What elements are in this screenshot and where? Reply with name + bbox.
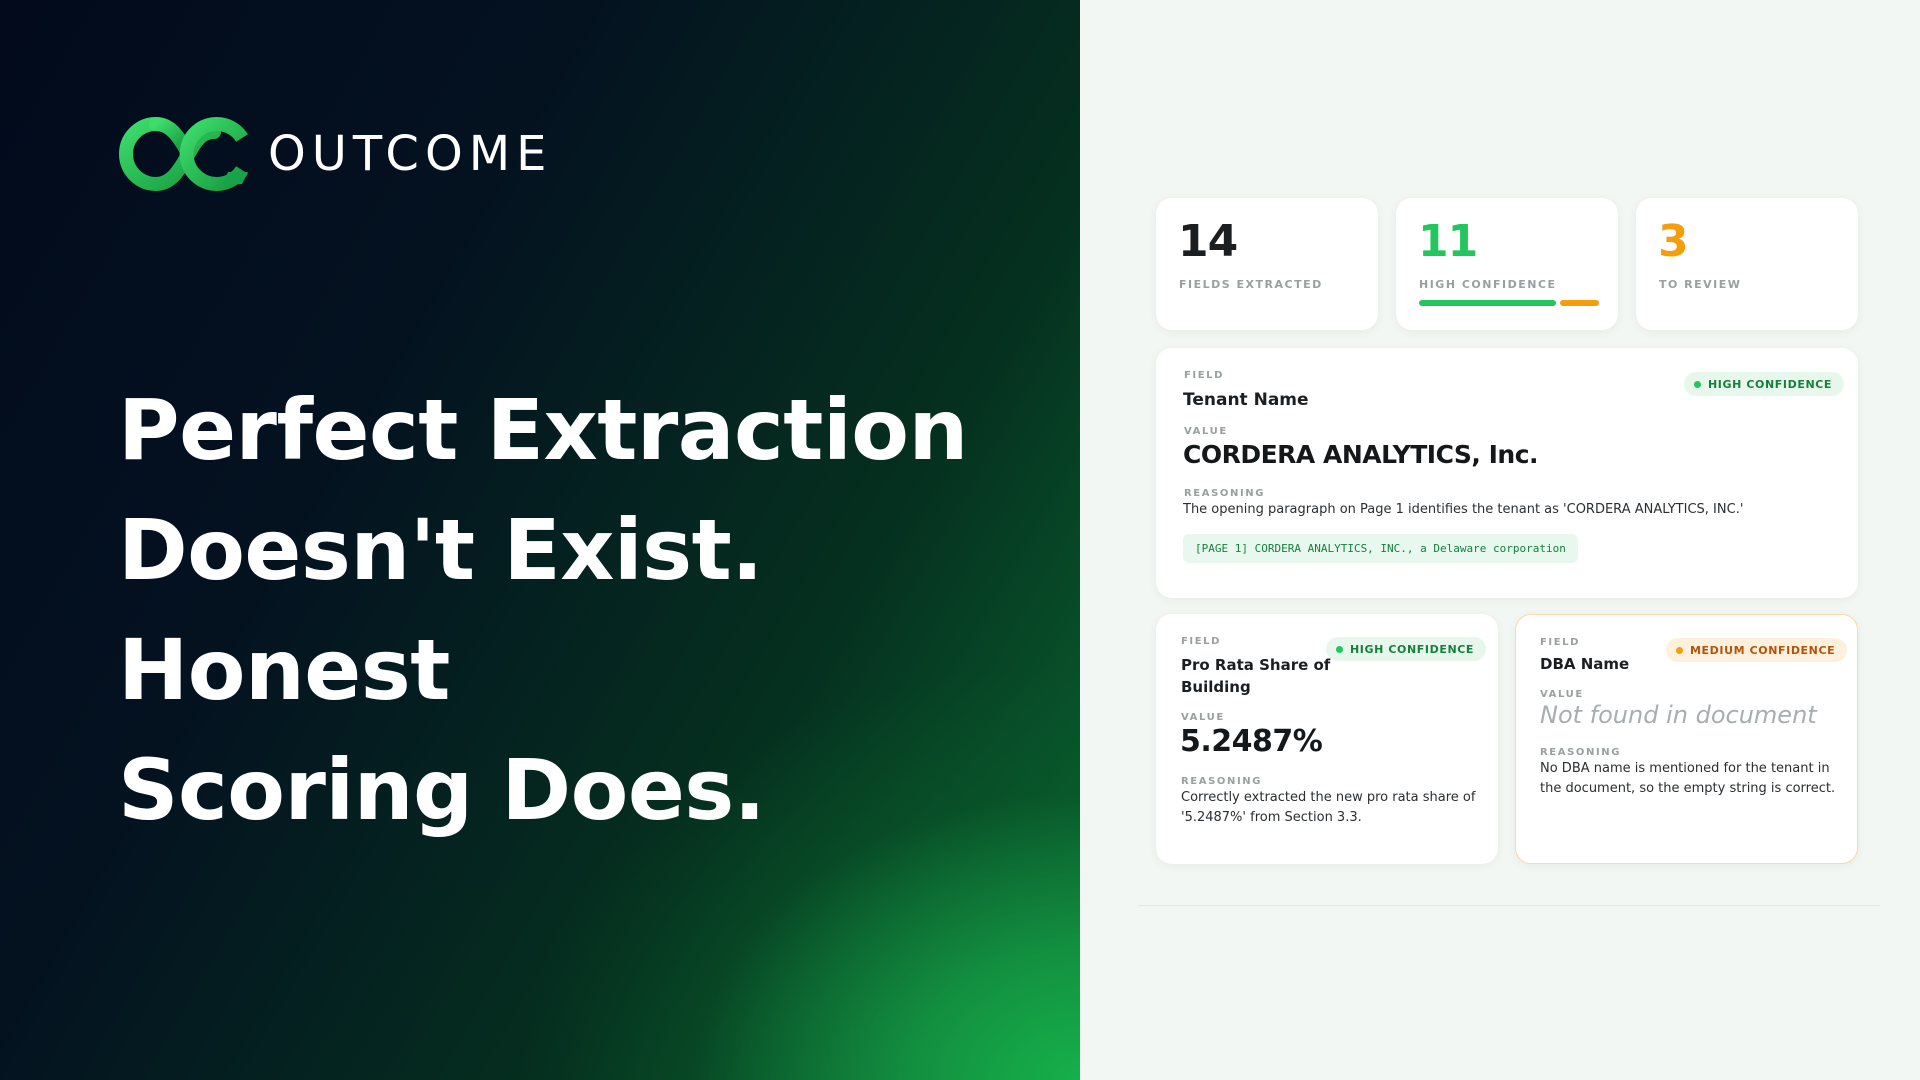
stat-card-high-confidence[interactable]: 11 HIGH CONFIDENCE — [1396, 198, 1618, 330]
stat-card-to-review[interactable]: 3 TO REVIEW — [1636, 198, 1858, 330]
field-name: Tenant Name — [1183, 390, 1309, 410]
stat-label: TO REVIEW — [1659, 278, 1742, 291]
source-citation[interactable]: [PAGE 1] CORDERA ANALYTICS, INC., a Dela… — [1183, 534, 1578, 563]
badge-text: HIGH CONFIDENCE — [1350, 642, 1475, 656]
field-label: FIELD — [1540, 637, 1581, 648]
reasoning-text: No DBA name is mentioned for the tenant … — [1540, 759, 1835, 799]
badge-text: HIGH CONFIDENCE — [1708, 377, 1833, 391]
field-value: CORDERA ANALYTICS, Inc. — [1183, 440, 1539, 469]
reasoning-text: The opening paragraph on Page 1 identifi… — [1183, 502, 1744, 517]
field-value: 5.2487% — [1180, 724, 1323, 759]
hero-headline: Perfect Extraction Doesn't Exist. Honest… — [118, 370, 1058, 850]
dot-icon — [1676, 646, 1683, 654]
value-label: VALUE — [1184, 426, 1228, 437]
value-label: VALUE — [1540, 689, 1584, 700]
stat-label: HIGH CONFIDENCE — [1419, 278, 1557, 291]
brand-wordmark: OUTCOME — [268, 126, 553, 182]
reasoning-line-1: Correctly extracted the new pro rata sha… — [1181, 790, 1476, 805]
confidence-badge: HIGH CONFIDENCE — [1684, 372, 1845, 396]
dot-icon — [1694, 380, 1701, 388]
outcome-logo-icon — [119, 117, 248, 192]
headline-line-1: Perfect Extraction — [118, 381, 968, 479]
confidence-bar-high — [1419, 300, 1556, 306]
field-card-dba-name[interactable]: FIELD DBA Name MEDIUM CONFIDENCE VALUE N… — [1515, 614, 1858, 864]
reasoning-text: Correctly extracted the new pro rata sha… — [1181, 788, 1475, 828]
badge-text: MEDIUM CONFIDENCE — [1690, 643, 1836, 657]
headline-line-2: Doesn't Exist. Honest — [118, 501, 763, 719]
field-card-tenant-name[interactable]: FIELD Tenant Name HIGH CONFIDENCE VALUE … — [1156, 348, 1858, 598]
field-label: FIELD — [1184, 370, 1225, 381]
stat-label: FIELDS EXTRACTED — [1179, 278, 1323, 291]
divider — [1138, 905, 1880, 906]
field-name-line-1: Pro Rata Share of — [1181, 656, 1331, 674]
reasoning-label: REASONING — [1181, 776, 1263, 787]
reasoning-line-2: '5.2487%' from Section 3.3. — [1181, 810, 1362, 825]
field-name: DBA Name — [1540, 655, 1630, 673]
stat-value: 3 — [1658, 216, 1689, 267]
confidence-bar-review — [1560, 300, 1599, 306]
dot-icon — [1336, 645, 1343, 653]
field-name-line-2: Building — [1181, 678, 1251, 696]
headline-line-3: Scoring Does. — [118, 741, 766, 839]
confidence-badge: HIGH CONFIDENCE — [1326, 637, 1487, 661]
reasoning-line-2: the document, so the empty string is cor… — [1540, 781, 1836, 796]
confidence-badge: MEDIUM CONFIDENCE — [1666, 638, 1848, 662]
field-label: FIELD — [1181, 636, 1222, 647]
field-card-pro-rata-share[interactable]: FIELD Pro Rata Share of Building HIGH CO… — [1156, 614, 1498, 864]
field-name: Pro Rata Share of Building — [1181, 654, 1330, 698]
reasoning-label: REASONING — [1184, 488, 1266, 499]
reasoning-line-1: No DBA name is mentioned for the tenant … — [1540, 761, 1830, 776]
field-value-empty: Not found in document — [1540, 701, 1817, 729]
reasoning-label: REASONING — [1540, 747, 1622, 758]
value-label: VALUE — [1181, 712, 1225, 723]
brand-logo[interactable]: OUTCOME — [116, 114, 552, 194]
hero-panel: OUTCOME Perfect Extraction Doesn't Exist… — [0, 0, 1080, 1080]
stat-card-fields-extracted[interactable]: 14 FIELDS EXTRACTED — [1156, 198, 1378, 330]
stat-value: 14 — [1178, 216, 1238, 267]
stat-value: 11 — [1418, 216, 1478, 267]
